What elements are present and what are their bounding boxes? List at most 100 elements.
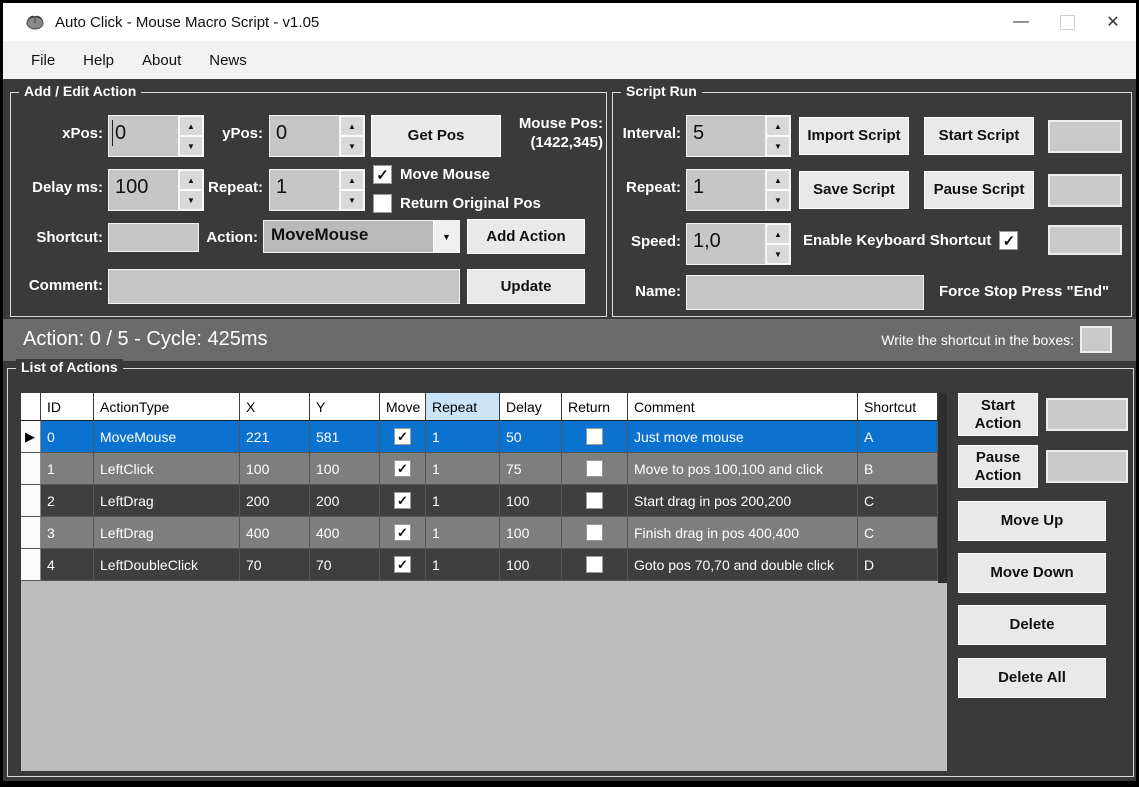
speed-stepper[interactable]: 1,0 ▲▼ bbox=[686, 223, 791, 265]
pause-action-button[interactable]: Pause Action bbox=[958, 445, 1038, 488]
header-cell[interactable]: ID bbox=[41, 393, 94, 421]
import-script-button[interactable]: Import Script bbox=[799, 117, 909, 155]
start-action-shortcut-box[interactable] bbox=[1046, 398, 1128, 431]
spinner-down-icon[interactable]: ▼ bbox=[766, 190, 790, 210]
table-cell[interactable]: 70 bbox=[240, 549, 310, 581]
interval-value[interactable]: 5 bbox=[687, 116, 765, 156]
header-cell[interactable]: ActionType bbox=[94, 393, 240, 421]
move-mouse-option[interactable]: ✓ Move Mouse bbox=[373, 165, 490, 184]
table-row[interactable]: ▶0MoveMouse221581✓150Just move mouseA bbox=[21, 421, 947, 453]
table-cell[interactable]: 4 bbox=[41, 549, 94, 581]
header-cell[interactable]: X bbox=[240, 393, 310, 421]
delay-value[interactable]: 100 bbox=[109, 170, 178, 210]
spinner-up-icon[interactable]: ▲ bbox=[766, 224, 790, 244]
table-cell[interactable]: Move to pos 100,100 and click bbox=[628, 453, 858, 485]
table-cell[interactable]: Finish drag in pos 400,400 bbox=[628, 517, 858, 549]
delete-all-button[interactable]: Delete All bbox=[958, 658, 1106, 698]
repeat-value[interactable]: 1 bbox=[270, 170, 339, 210]
move-down-button[interactable]: Move Down bbox=[958, 553, 1106, 593]
save-script-button[interactable]: Save Script bbox=[799, 171, 909, 209]
header-cell[interactable]: Return bbox=[562, 393, 628, 421]
table-row[interactable]: 4LeftDoubleClick7070✓1100Goto pos 70,70 … bbox=[21, 549, 947, 581]
script-name-input[interactable] bbox=[686, 275, 924, 310]
table-row[interactable]: 1LeftClick100100✓175Move to pos 100,100 … bbox=[21, 453, 947, 485]
comment-input[interactable] bbox=[108, 269, 460, 304]
table-cell[interactable]: 100 bbox=[310, 453, 380, 485]
table-cell[interactable]: ✓ bbox=[380, 517, 426, 549]
move-checkbox[interactable]: ✓ bbox=[394, 428, 411, 445]
script-repeat-stepper[interactable]: 1 ▲▼ bbox=[686, 169, 791, 211]
action-dropdown[interactable]: MoveMouse ▼ bbox=[263, 220, 460, 253]
dropdown-arrow-icon[interactable]: ▼ bbox=[433, 221, 459, 252]
return-original-option[interactable]: Return Original Pos bbox=[373, 194, 541, 213]
table-cell[interactable]: 400 bbox=[310, 517, 380, 549]
xpos-stepper[interactable]: 0 ▲▼ bbox=[108, 115, 204, 157]
table-cell[interactable] bbox=[562, 453, 628, 485]
start-action-button[interactable]: Start Action bbox=[958, 393, 1038, 436]
table-cell[interactable]: 100 bbox=[500, 485, 562, 517]
move-mouse-checkbox[interactable]: ✓ bbox=[373, 165, 392, 184]
table-cell[interactable]: 400 bbox=[240, 517, 310, 549]
table-cell[interactable]: 1 bbox=[426, 453, 500, 485]
table-cell[interactable]: 50 bbox=[500, 421, 562, 453]
spinner-down-icon[interactable]: ▼ bbox=[766, 244, 790, 264]
header-cell[interactable]: Move bbox=[380, 393, 426, 421]
return-checkbox[interactable] bbox=[586, 492, 603, 509]
table-cell[interactable]: D bbox=[858, 549, 938, 581]
table-cell[interactable] bbox=[562, 549, 628, 581]
spinner-up-icon[interactable]: ▲ bbox=[766, 170, 790, 190]
table-cell[interactable]: LeftDrag bbox=[94, 485, 240, 517]
spinner-up-icon[interactable]: ▲ bbox=[340, 116, 364, 136]
header-cell[interactable]: Shortcut bbox=[858, 393, 938, 421]
row-selector-cell[interactable] bbox=[21, 517, 41, 549]
maximize-icon[interactable] bbox=[1044, 3, 1090, 41]
table-cell[interactable]: B bbox=[858, 453, 938, 485]
interval-stepper[interactable]: 5 ▲▼ bbox=[686, 115, 791, 157]
spinner-up-icon[interactable]: ▲ bbox=[766, 116, 790, 136]
menu-file[interactable]: File bbox=[17, 43, 69, 78]
spinner-down-icon[interactable]: ▼ bbox=[340, 136, 364, 156]
return-checkbox[interactable] bbox=[586, 428, 603, 445]
move-checkbox[interactable]: ✓ bbox=[394, 492, 411, 509]
table-cell[interactable]: ✓ bbox=[380, 421, 426, 453]
table-cell[interactable]: ✓ bbox=[380, 549, 426, 581]
table-cell[interactable]: 3 bbox=[41, 517, 94, 549]
return-checkbox[interactable] bbox=[586, 524, 603, 541]
row-selector-cell[interactable] bbox=[21, 485, 41, 517]
keyboard-shortcut-box[interactable] bbox=[1048, 225, 1122, 255]
table-cell[interactable]: 70 bbox=[310, 549, 380, 581]
table-cell[interactable]: 581 bbox=[310, 421, 380, 453]
return-original-checkbox[interactable] bbox=[373, 194, 392, 213]
table-cell[interactable]: 1 bbox=[426, 421, 500, 453]
return-checkbox[interactable] bbox=[586, 556, 603, 573]
delay-stepper[interactable]: 100 ▲▼ bbox=[108, 169, 204, 211]
table-cell[interactable]: 0 bbox=[41, 421, 94, 453]
table-row[interactable]: 3LeftDrag400400✓1100Finish drag in pos 4… bbox=[21, 517, 947, 549]
table-cell[interactable]: LeftDrag bbox=[94, 517, 240, 549]
delete-button[interactable]: Delete bbox=[958, 605, 1106, 645]
start-script-shortcut-box[interactable] bbox=[1048, 120, 1122, 153]
move-up-button[interactable]: Move Up bbox=[958, 501, 1106, 541]
spinner-down-icon[interactable]: ▼ bbox=[766, 136, 790, 156]
table-cell[interactable]: 200 bbox=[310, 485, 380, 517]
pause-script-shortcut-box[interactable] bbox=[1048, 174, 1122, 207]
table-cell[interactable] bbox=[562, 421, 628, 453]
table-cell[interactable]: 200 bbox=[240, 485, 310, 517]
xpos-value[interactable]: 0 bbox=[109, 116, 178, 156]
table-cell[interactable]: 1 bbox=[426, 485, 500, 517]
start-script-button[interactable]: Start Script bbox=[924, 117, 1034, 155]
enable-keyboard-shortcut-checkbox[interactable]: ✓ bbox=[999, 231, 1018, 250]
table-cell[interactable]: 100 bbox=[500, 549, 562, 581]
table-cell[interactable]: LeftDoubleClick bbox=[94, 549, 240, 581]
header-cell[interactable]: Delay bbox=[500, 393, 562, 421]
table-cell[interactable] bbox=[562, 517, 628, 549]
script-repeat-value[interactable]: 1 bbox=[687, 170, 765, 210]
header-cell[interactable]: Repeat bbox=[426, 393, 500, 421]
menu-about[interactable]: About bbox=[128, 43, 195, 78]
header-cell[interactable]: Comment bbox=[628, 393, 858, 421]
table-cell[interactable]: A bbox=[858, 421, 938, 453]
get-pos-button[interactable]: Get Pos bbox=[371, 115, 501, 157]
table-cell[interactable]: ✓ bbox=[380, 453, 426, 485]
grid-scrollbar[interactable] bbox=[938, 393, 947, 583]
close-icon[interactable]: ✕ bbox=[1090, 3, 1136, 41]
